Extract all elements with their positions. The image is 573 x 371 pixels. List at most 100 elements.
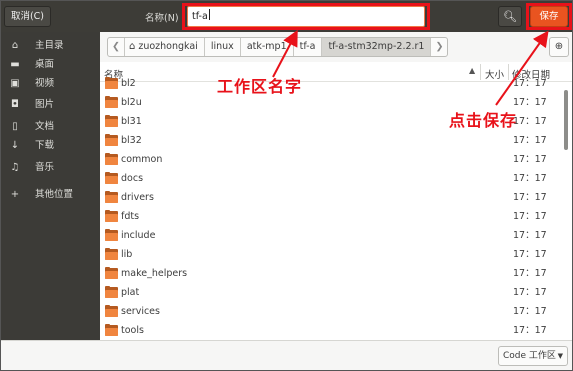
file-name: tools — [121, 325, 144, 336]
sidebar-item-label: 图片 — [35, 99, 55, 110]
chevron-down-icon: ▼ — [557, 352, 563, 360]
home-icon: ⌂ — [11, 40, 19, 51]
file-name-input[interactable]: tf-a — [187, 6, 425, 27]
file-list: 名称 ▲ 大小 修改日期 bl2 17：17 bl2u 17：17 bl31 17：17 b… — [100, 62, 572, 340]
desktop-icon: ▬ — [10, 59, 20, 70]
table-row[interactable]: plat 17：17 — [100, 283, 558, 302]
file-name: docs — [121, 173, 144, 184]
new-folder-icon: ⊕ — [554, 41, 564, 52]
table-row[interactable]: lib 17：17 — [100, 245, 558, 264]
sidebar-item-2[interactable]: ▣ 视频 — [1, 74, 100, 93]
sidebar-item-label: 视频 — [35, 78, 55, 89]
folder-icon — [105, 286, 118, 298]
sidebar-item-1[interactable]: ▬ 桌面 — [1, 55, 100, 74]
file-name: services — [121, 306, 160, 317]
table-row[interactable]: fdts 17：17 — [100, 207, 558, 226]
file-date: 17：17 — [513, 230, 547, 241]
table-row[interactable]: bl2 17：17 — [100, 74, 558, 93]
file-name: common — [121, 154, 163, 165]
file-date: 17：17 — [513, 287, 547, 298]
file-date: 17：17 — [513, 306, 547, 317]
sidebar-item-label: 桌面 — [35, 59, 55, 70]
sidebar-item-5[interactable]: ↓ 下载 — [1, 136, 100, 155]
name-label: 名称(N) — [145, 13, 179, 24]
folder-icon — [105, 153, 118, 165]
folder-icon — [105, 115, 118, 127]
sidebar-item-4[interactable]: ▯ 文档 — [1, 117, 100, 136]
breadcrumb-label: zuozhongkai — [138, 41, 198, 52]
file-type-filter[interactable]: Code 工作区 ▼ — [498, 346, 568, 366]
download-icon: ↓ — [10, 140, 20, 151]
sidebar-item-label: 其他位置 — [35, 189, 74, 200]
file-name: drivers — [121, 192, 154, 203]
file-name: bl2u — [121, 97, 142, 108]
sidebar-item-label: 音乐 — [35, 162, 55, 173]
file-name: include — [121, 230, 156, 241]
cancel-button[interactable]: 取消(C) — [4, 6, 51, 27]
save-dialog: 取消(C) 名称(N) tf-a 🔍︎ 保存 ⌂ 主目录 ▬ 桌面 ▣ 视频 ◘ 图片 ▯ 文档 ↓… — [0, 0, 573, 371]
home-icon: ⌂ — [128, 41, 136, 52]
file-name-value: tf-a — [192, 11, 208, 22]
new-folder-button[interactable]: ⊕ — [549, 37, 569, 57]
sidebar-item-label: 下载 — [35, 140, 55, 151]
document-icon: ▯ — [12, 121, 18, 132]
video-icon: ▣ — [10, 78, 20, 89]
header-bar: 取消(C) 名称(N) tf-a 🔍︎ 保存 — [1, 1, 572, 32]
text-cursor — [208, 9, 210, 20]
music-icon: ♫ — [10, 162, 20, 173]
file-name: make_helpers — [121, 268, 188, 279]
table-row[interactable]: include 17：17 — [100, 226, 558, 245]
file-type-filter-value: Code 工作区 — [503, 351, 556, 361]
dialog-footer: Code 工作区 ▼ — [1, 340, 572, 370]
file-date: 17：17 — [513, 325, 547, 336]
sidebar-item-3[interactable]: ◘ 图片 — [1, 95, 100, 114]
folder-icon — [105, 134, 118, 146]
folder-icon — [105, 77, 118, 89]
magnifier-icon: 🔍︎ — [503, 10, 517, 23]
breadcrumb-linux[interactable]: linux — [205, 38, 241, 56]
search-button[interactable]: 🔍︎ — [498, 6, 522, 27]
file-date: 17：17 — [513, 97, 547, 108]
file-name: plat — [121, 287, 140, 298]
save-button[interactable]: 保存 — [530, 6, 568, 27]
breadcrumb: ❮ ⌂ zuozhongkai linux atk-mp1 tf-a tf-a-… — [107, 37, 449, 57]
path-bar: ❮ ⌂ zuozhongkai linux atk-mp1 tf-a tf-a-… — [100, 32, 572, 61]
table-row[interactable]: docs 17：17 — [100, 169, 558, 188]
breadcrumb-current[interactable]: tf-a-stm32mp-2.2.r1 — [322, 38, 432, 56]
file-date: 17：17 — [513, 211, 547, 222]
places-sidebar: ⌂ 主目录 ▬ 桌面 ▣ 视频 ◘ 图片 ▯ 文档 ↓ 下载 ♫ 音乐 + 其他位置 — [1, 32, 100, 340]
table-row[interactable]: drivers 17：17 — [100, 188, 558, 207]
file-name: bl31 — [121, 116, 142, 127]
file-name: lib — [121, 249, 133, 260]
scrollbar[interactable] — [562, 82, 569, 340]
sidebar-item-6[interactable]: ♫ 音乐 — [1, 158, 100, 177]
table-row[interactable]: make_helpers 17：17 — [100, 264, 558, 283]
sidebar-item-7[interactable]: + 其他位置 — [1, 185, 100, 204]
file-date: 17：17 — [513, 154, 547, 165]
folder-icon — [105, 305, 118, 317]
file-date: 17：17 — [513, 268, 547, 279]
plus-icon: + — [10, 189, 20, 200]
table-row[interactable]: common 17：17 — [100, 150, 558, 169]
table-row[interactable]: services 17：17 — [100, 302, 558, 321]
breadcrumb-back-arrow[interactable]: ❮ — [108, 38, 125, 56]
sidebar-item-label: 文档 — [35, 121, 55, 132]
breadcrumb-tf-a[interactable]: tf-a — [294, 38, 323, 56]
folder-icon — [105, 210, 118, 222]
table-row[interactable]: bl32 17：17 — [100, 131, 558, 150]
file-date: 17：17 — [513, 116, 547, 127]
breadcrumb-home[interactable]: ⌂ zuozhongkai — [125, 38, 205, 56]
file-name: fdts — [121, 211, 140, 222]
file-name: bl32 — [121, 135, 142, 146]
table-row[interactable]: tools 17：17 — [100, 321, 558, 340]
file-date: 17：17 — [513, 249, 547, 260]
sidebar-item-0[interactable]: ⌂ 主目录 — [1, 36, 100, 55]
breadcrumb-atk-mp1[interactable]: atk-mp1 — [241, 38, 294, 56]
file-date: 17：17 — [513, 173, 547, 184]
camera-icon: ◘ — [11, 99, 19, 110]
breadcrumb-forward-arrow[interactable]: ❯ — [431, 38, 447, 56]
folder-icon — [105, 172, 118, 184]
folder-icon — [105, 267, 118, 279]
scrollbar-thumb[interactable] — [564, 90, 568, 150]
file-date: 17：17 — [513, 192, 547, 203]
